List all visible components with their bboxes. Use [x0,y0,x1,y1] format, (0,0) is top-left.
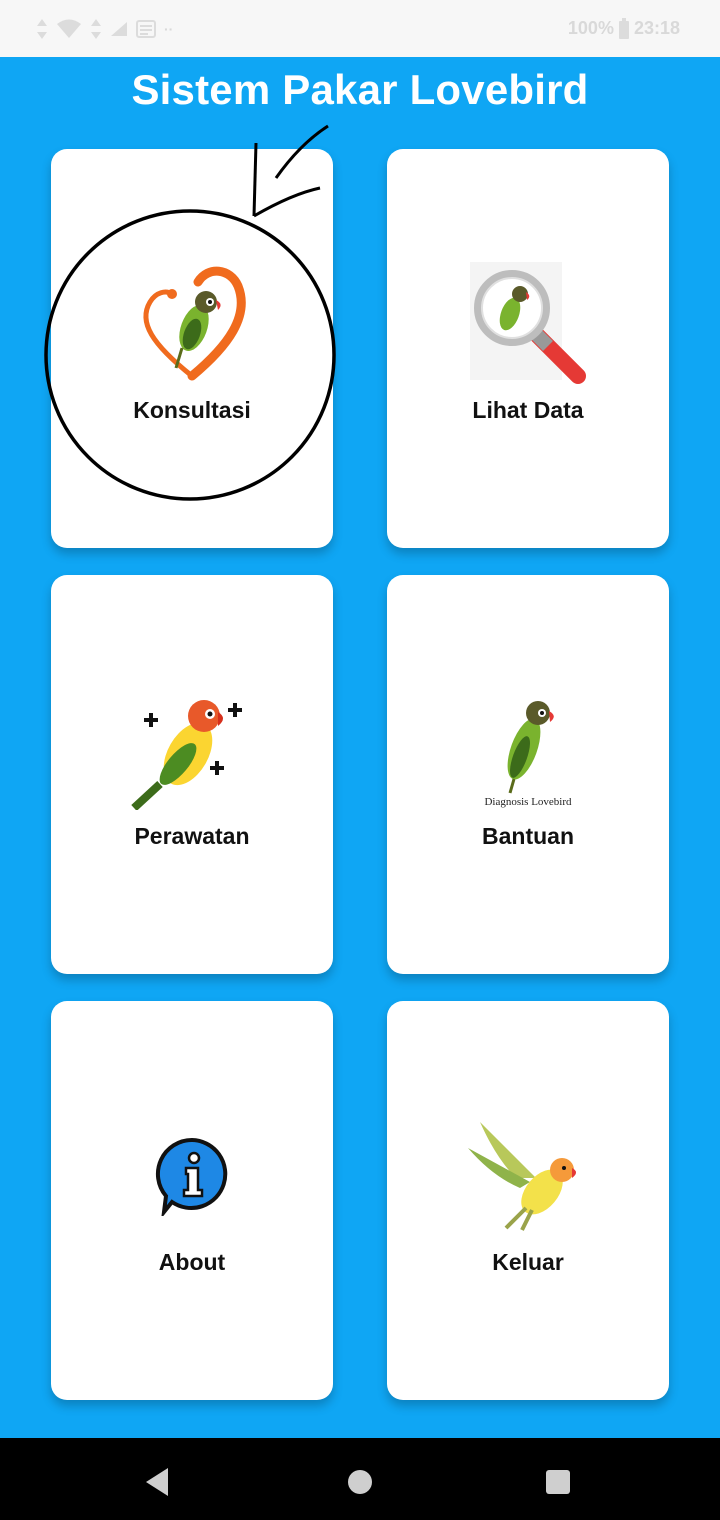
menu-label-keluar: Keluar [492,1249,564,1275]
status-icons-right: 100% 23:18 [567,17,680,40]
notification-dots: ·· [164,20,174,37]
recents-icon[interactable] [538,1462,578,1502]
data-arrows-icon [37,18,47,39]
clock: 23:18 [633,18,680,38]
menu-card-bantuan[interactable]: Diagnosis Lovebird Bantuan [387,575,669,974]
menu-card-about[interactable]: About [51,1001,333,1400]
magnifier-lovebird-icon [463,261,593,386]
menu-card-perawatan[interactable]: Perawatan [51,575,333,974]
battery-icon [618,17,629,39]
message-icon [136,19,156,38]
flying-lovebird-icon [463,1113,593,1238]
heart-lovebird-icon [127,261,257,386]
menu-label-bantuan: Bantuan [482,823,574,849]
wifi-icon [57,19,81,38]
menu-card-konsultasi[interactable]: Konsultasi [51,149,333,548]
menu-label-lihat-data: Lihat Data [472,397,584,423]
system-nav-bar [0,1438,720,1520]
menu-label-konsultasi: Konsultasi [133,397,251,423]
diagnosis-caption: Diagnosis Lovebird [484,796,572,808]
signal-icon [111,21,127,36]
data-arrows-icon [91,18,101,39]
menu-card-keluar[interactable]: Keluar [387,1001,669,1400]
status-icons-left: ·· [36,18,173,40]
diagnosis-lovebird-icon: Diagnosis Lovebird [463,687,593,812]
status-bar: ·· 100% 23:18 [0,0,720,57]
menu-card-lihat-data[interactable]: Lihat Data [387,149,669,548]
home-icon[interactable] [340,1462,380,1502]
back-icon[interactable] [138,1462,178,1502]
info-icon [127,1113,257,1238]
page-title: Sistem Pakar Lovebird [131,66,589,113]
lovebird-plus-icon [127,687,257,812]
battery-percent: 100% [567,18,614,38]
menu-label-perawatan: Perawatan [134,823,250,849]
menu-label-about: About [158,1249,226,1275]
